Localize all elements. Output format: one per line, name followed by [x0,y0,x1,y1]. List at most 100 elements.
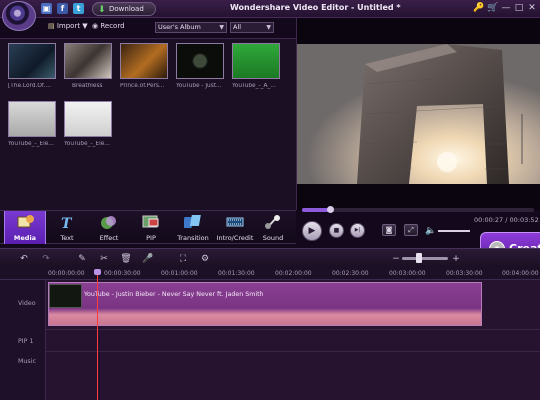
media-label: YouTube - Just... [176,83,222,89]
fullscreen-icon: ⤢ [408,226,414,234]
record-button[interactable]: ◉ Record [92,22,125,30]
tab-intro-credit[interactable]: Intro/Credit [214,211,256,244]
media-label: Breathless [72,83,103,89]
facebook-icon[interactable]: f [57,3,68,14]
undo-icon[interactable]: ↶ [18,253,30,265]
music-track[interactable] [46,352,540,400]
snapshot-button[interactable]: ◙ [382,224,396,236]
media-thumbnail[interactable] [64,43,112,79]
play-button[interactable]: ▶ [302,221,322,241]
zoom-in-button[interactable]: + [450,253,462,265]
media-thumbnail[interactable] [120,43,168,79]
tab-media[interactable]: Media [4,211,46,244]
tab-label: Transition [177,234,209,242]
chevron-down-icon: ▼ [219,24,224,31]
filter-select-value: All [233,23,242,31]
media-icon [17,215,34,228]
volume-slider[interactable] [438,230,470,232]
video-preview[interactable] [297,44,540,184]
twitter-icon[interactable]: t [73,3,84,14]
tab-effect[interactable]: Effect [88,211,130,244]
pip-track[interactable] [46,330,540,352]
chevron-down-icon: ▼ [266,24,271,31]
media-thumbnail[interactable] [64,101,112,137]
zoom-slider[interactable] [402,257,448,260]
settings-icon[interactable]: ⚙ [199,253,211,265]
camera-icon: ◙ [385,226,393,234]
svg-text:T: T [61,216,73,230]
import-icon: ▤ [48,22,57,30]
app-logo [2,1,36,31]
album-select[interactable]: User's Album ▼ [155,22,227,33]
tab-text[interactable]: T Text [46,211,88,244]
playback-progress[interactable] [302,206,534,213]
tab-label: Sound [262,234,284,242]
clip-title: YouTube - Justin Bieber - Never Say Neve… [84,291,264,298]
playhead-handle[interactable] [94,269,101,275]
tab-label: PIP [146,234,156,242]
cart-icon[interactable]: 🛒 [487,3,498,14]
timeline-ruler[interactable]: 00:00:00:00 00:00:30:00 00:01:00:00 00:0… [0,268,540,280]
split-icon[interactable]: ✂ [98,253,110,265]
edit-icon[interactable]: ✎ [76,253,88,265]
media-label: YouTube_-_A_... [232,83,276,89]
video-editor-window: ▣ f t ⬇ Download Wondershare Video Edito… [0,0,540,400]
function-tabs: Media T Text Effect PIP Transition Intro… [0,210,296,244]
tab-sound[interactable]: Sound [252,211,294,244]
media-thumbnail[interactable] [8,43,56,79]
effect-icon [101,216,116,229]
media-thumbnail[interactable] [176,43,224,79]
track-label-video: Video [18,300,36,307]
stop-icon: ■ [333,227,340,234]
stop-button[interactable]: ■ [329,223,344,238]
zoom-knob[interactable] [416,253,422,263]
close-button[interactable]: ✕ [527,3,537,14]
maximize-button[interactable]: □ [514,3,524,14]
redo-icon[interactable]: ↷ [40,253,52,265]
track-label-music: Music [18,358,36,365]
timeline-clip[interactable] [48,282,482,326]
zoom-out-button[interactable]: − [390,253,402,265]
download-button[interactable]: ⬇ Download [92,2,156,16]
media-label: YouTube_-_Ele... [8,141,54,147]
tab-pip[interactable]: PIP [130,211,172,244]
media-thumbnail[interactable] [8,101,56,137]
clip-thumbnail [49,284,82,308]
tab-label: Media [13,234,37,242]
media-label: Prince.of.Pers... [120,83,165,89]
record-label: Record [100,22,125,30]
media-library: [The.Lord.Of.... Breathless Prince.of.Pe… [0,38,296,210]
ruler-tick: 00:03:30:00 [446,270,483,277]
media-label: YouTube_-_Ele... [64,141,110,147]
track-headers: Video PIP 1 Music [0,280,46,400]
text-icon: T [61,216,73,230]
key-icon[interactable]: 🔑 [473,3,484,14]
tab-label: Text [60,234,74,242]
media-thumbnail[interactable] [232,43,280,79]
play-icon: ▶ [308,226,316,236]
ruler-tick: 00:01:30:00 [218,270,255,277]
volume-icon[interactable]: 🔈 [425,225,437,237]
playhead[interactable] [97,270,98,400]
track-label-pip: PIP 1 [18,338,34,345]
tab-label: Intro/Credit [216,234,254,242]
ruler-tick: 00:04:00:00 [502,270,539,277]
ruler-tick: 00:02:00:00 [275,270,312,277]
progress-knob[interactable] [327,206,334,213]
next-frame-button[interactable]: ▶| [350,223,365,238]
microphone-icon[interactable]: 🎤 [142,253,154,265]
minimize-button[interactable]: — [501,3,511,14]
ruler-tick: 00:02:30:00 [332,270,369,277]
save-icon[interactable]: ▣ [41,3,52,14]
tab-label: Effect [99,234,119,242]
crop-icon[interactable]: ⛶ [177,253,189,265]
fullscreen-button[interactable]: ⤢ [404,224,418,236]
progress-fill [302,208,330,212]
timeline-toolbar: ↶ ↷ ✎ ✂ 🗑 🎤 ⛶ ⚙ − + [0,248,540,268]
filter-select[interactable]: All ▼ [230,22,274,33]
media-label: [The.Lord.Of.... [8,83,51,89]
download-label: Download [109,5,144,13]
tab-transition[interactable]: Transition [172,211,214,244]
import-button[interactable]: ▤ Import ▼ [48,22,88,30]
delete-icon[interactable]: 🗑 [120,253,132,265]
